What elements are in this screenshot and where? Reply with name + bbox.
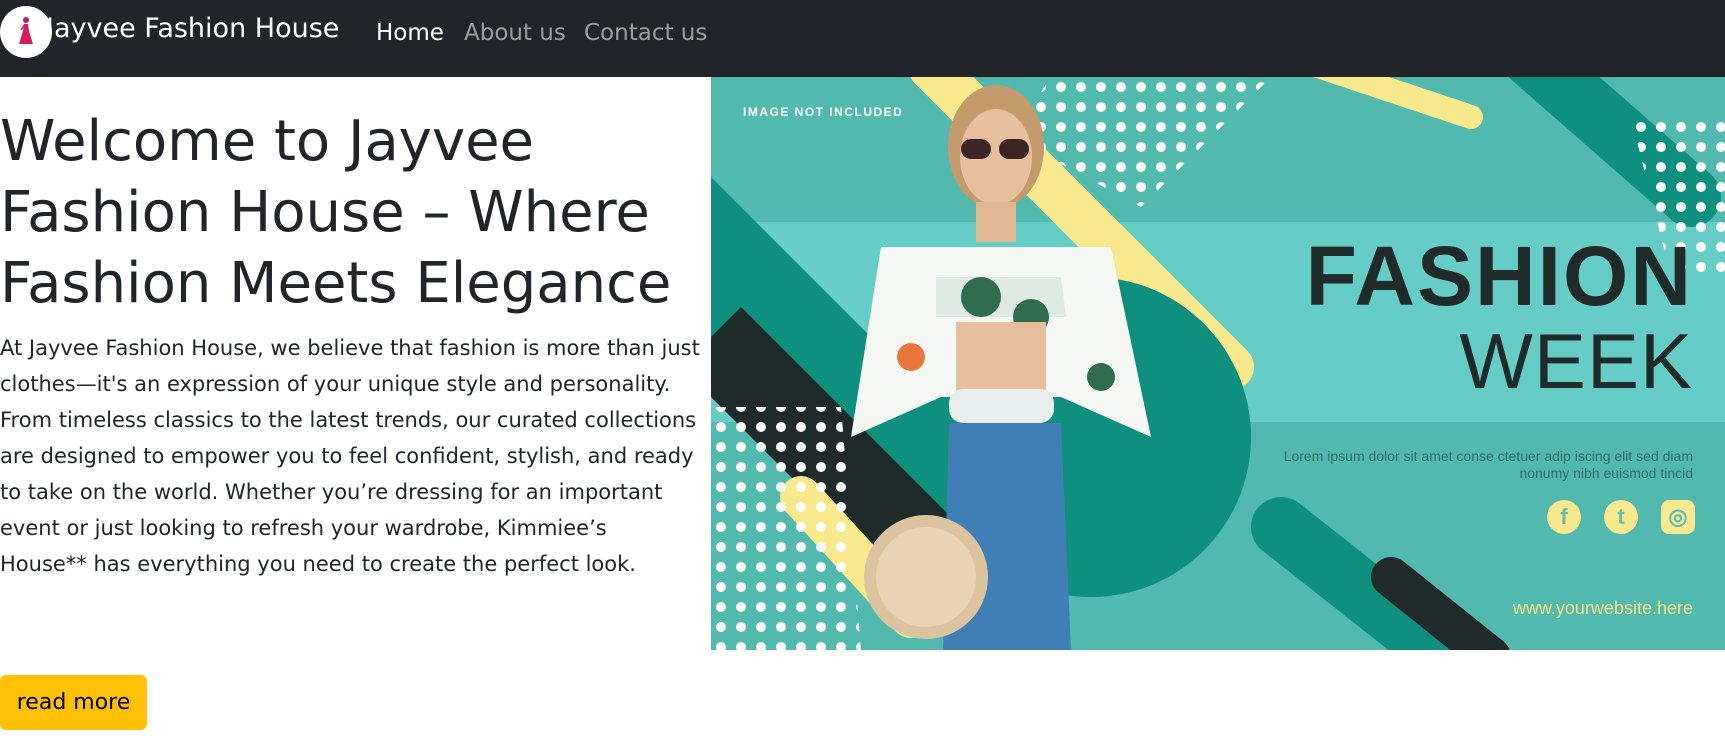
read-more-button[interactable]: read more: [0, 675, 147, 730]
navbar: Jayvee Fashion House Home About us Conta…: [0, 0, 1725, 77]
brand-logo[interactable]: [0, 6, 52, 58]
banner-website: www.yourwebsite.here: [1512, 598, 1693, 618]
banner-lorem-text: Lorem ipsum dolor sit amet conse ctetuer…: [1283, 448, 1693, 481]
brand-name[interactable]: Jayvee Fashion House: [46, 12, 339, 46]
dress-icon: [19, 17, 33, 44]
banner-headline-week: WEEK: [1459, 317, 1693, 405]
twitter-icon: t: [1604, 500, 1638, 534]
hero-description: At Jayvee Fashion House, we believe that…: [0, 336, 700, 576]
nav-link-about[interactable]: About us: [464, 18, 566, 48]
banner-headline-fashion: FASHION: [1305, 229, 1693, 323]
instagram-icon: ◎: [1661, 500, 1695, 534]
nav-link-home[interactable]: Home: [376, 18, 444, 48]
image-not-included-label: IMAGE NOT INCLUDED: [743, 105, 904, 119]
fashion-week-banner: IMAGE NOT INCLUDED FASHION WEEK Lorem ip…: [711, 77, 1725, 650]
facebook-icon: f: [1547, 500, 1581, 534]
hero-title: Welcome to Jayvee Fashion House – Where …: [0, 109, 672, 316]
nav-link-contact[interactable]: Contact us: [584, 18, 707, 48]
